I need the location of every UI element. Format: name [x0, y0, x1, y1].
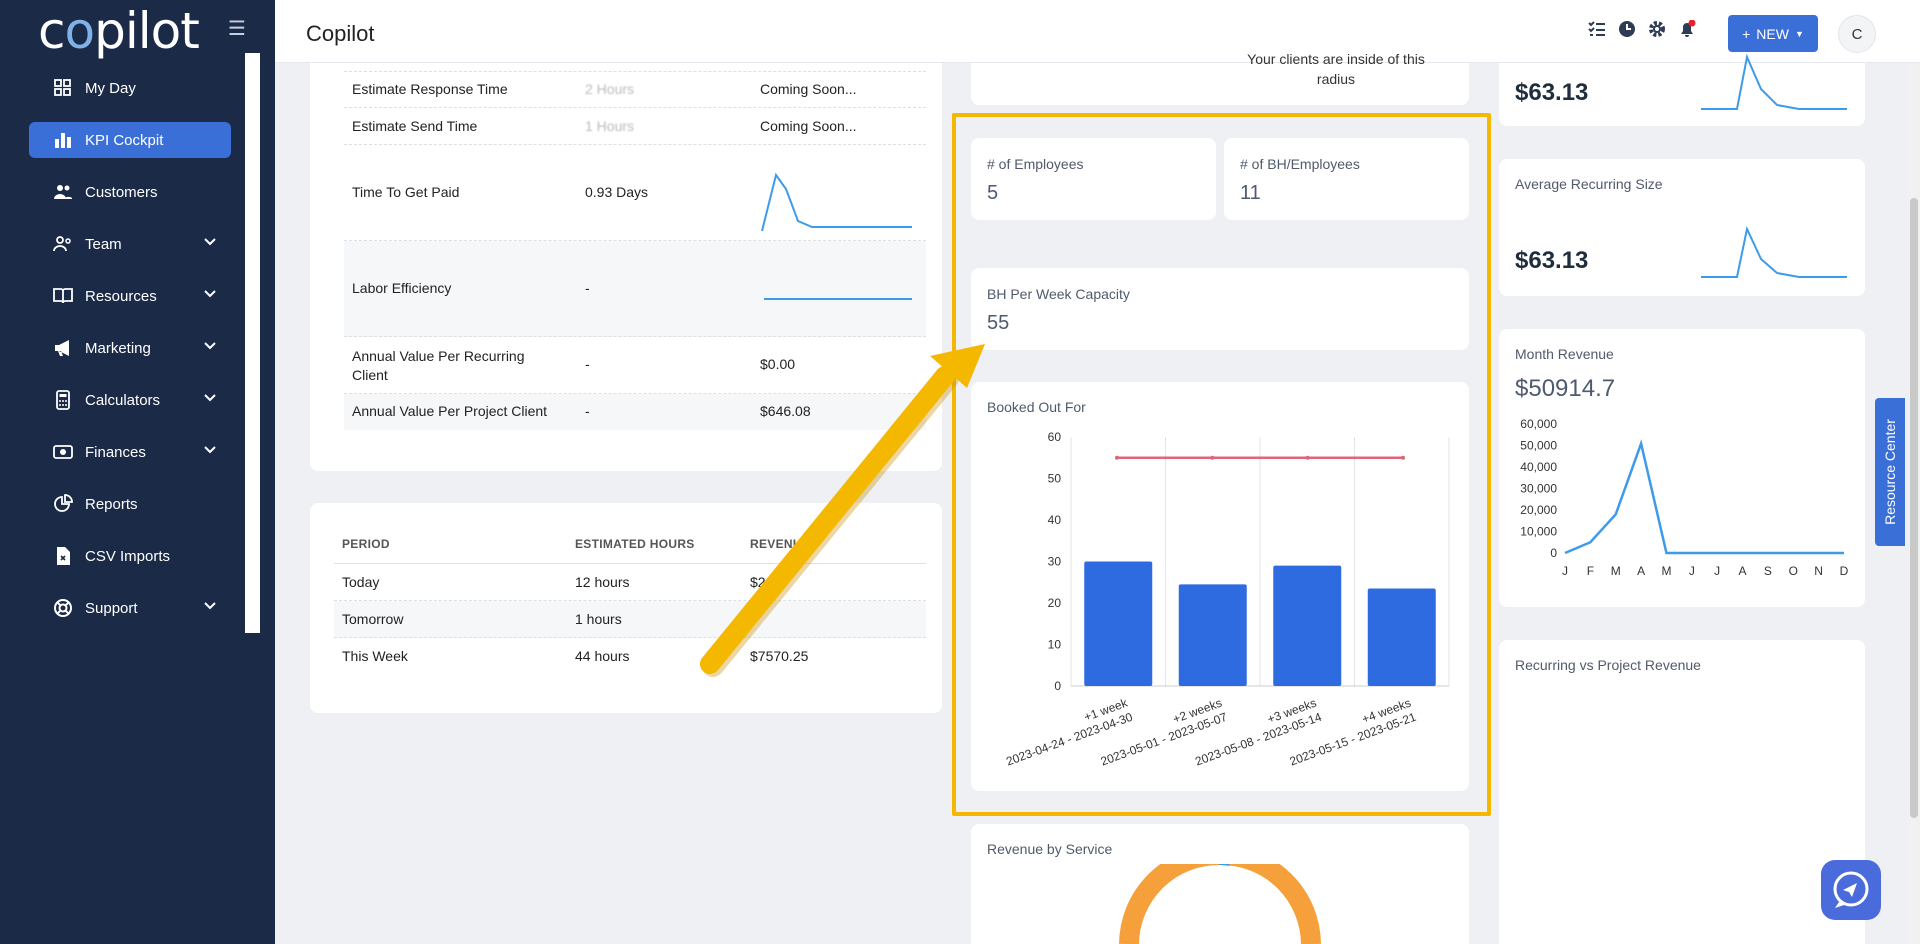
annotation-arrow — [700, 344, 985, 677]
page-scrollbar-thumb[interactable] — [1910, 198, 1918, 818]
chat-button[interactable] — [1821, 860, 1881, 920]
chat-icon — [1833, 871, 1869, 908]
page-scrollbar[interactable] — [1908, 63, 1920, 944]
resource-center-tab[interactable]: Resource Center — [1875, 398, 1905, 546]
resource-center-label: Resource Center — [1882, 419, 1898, 525]
